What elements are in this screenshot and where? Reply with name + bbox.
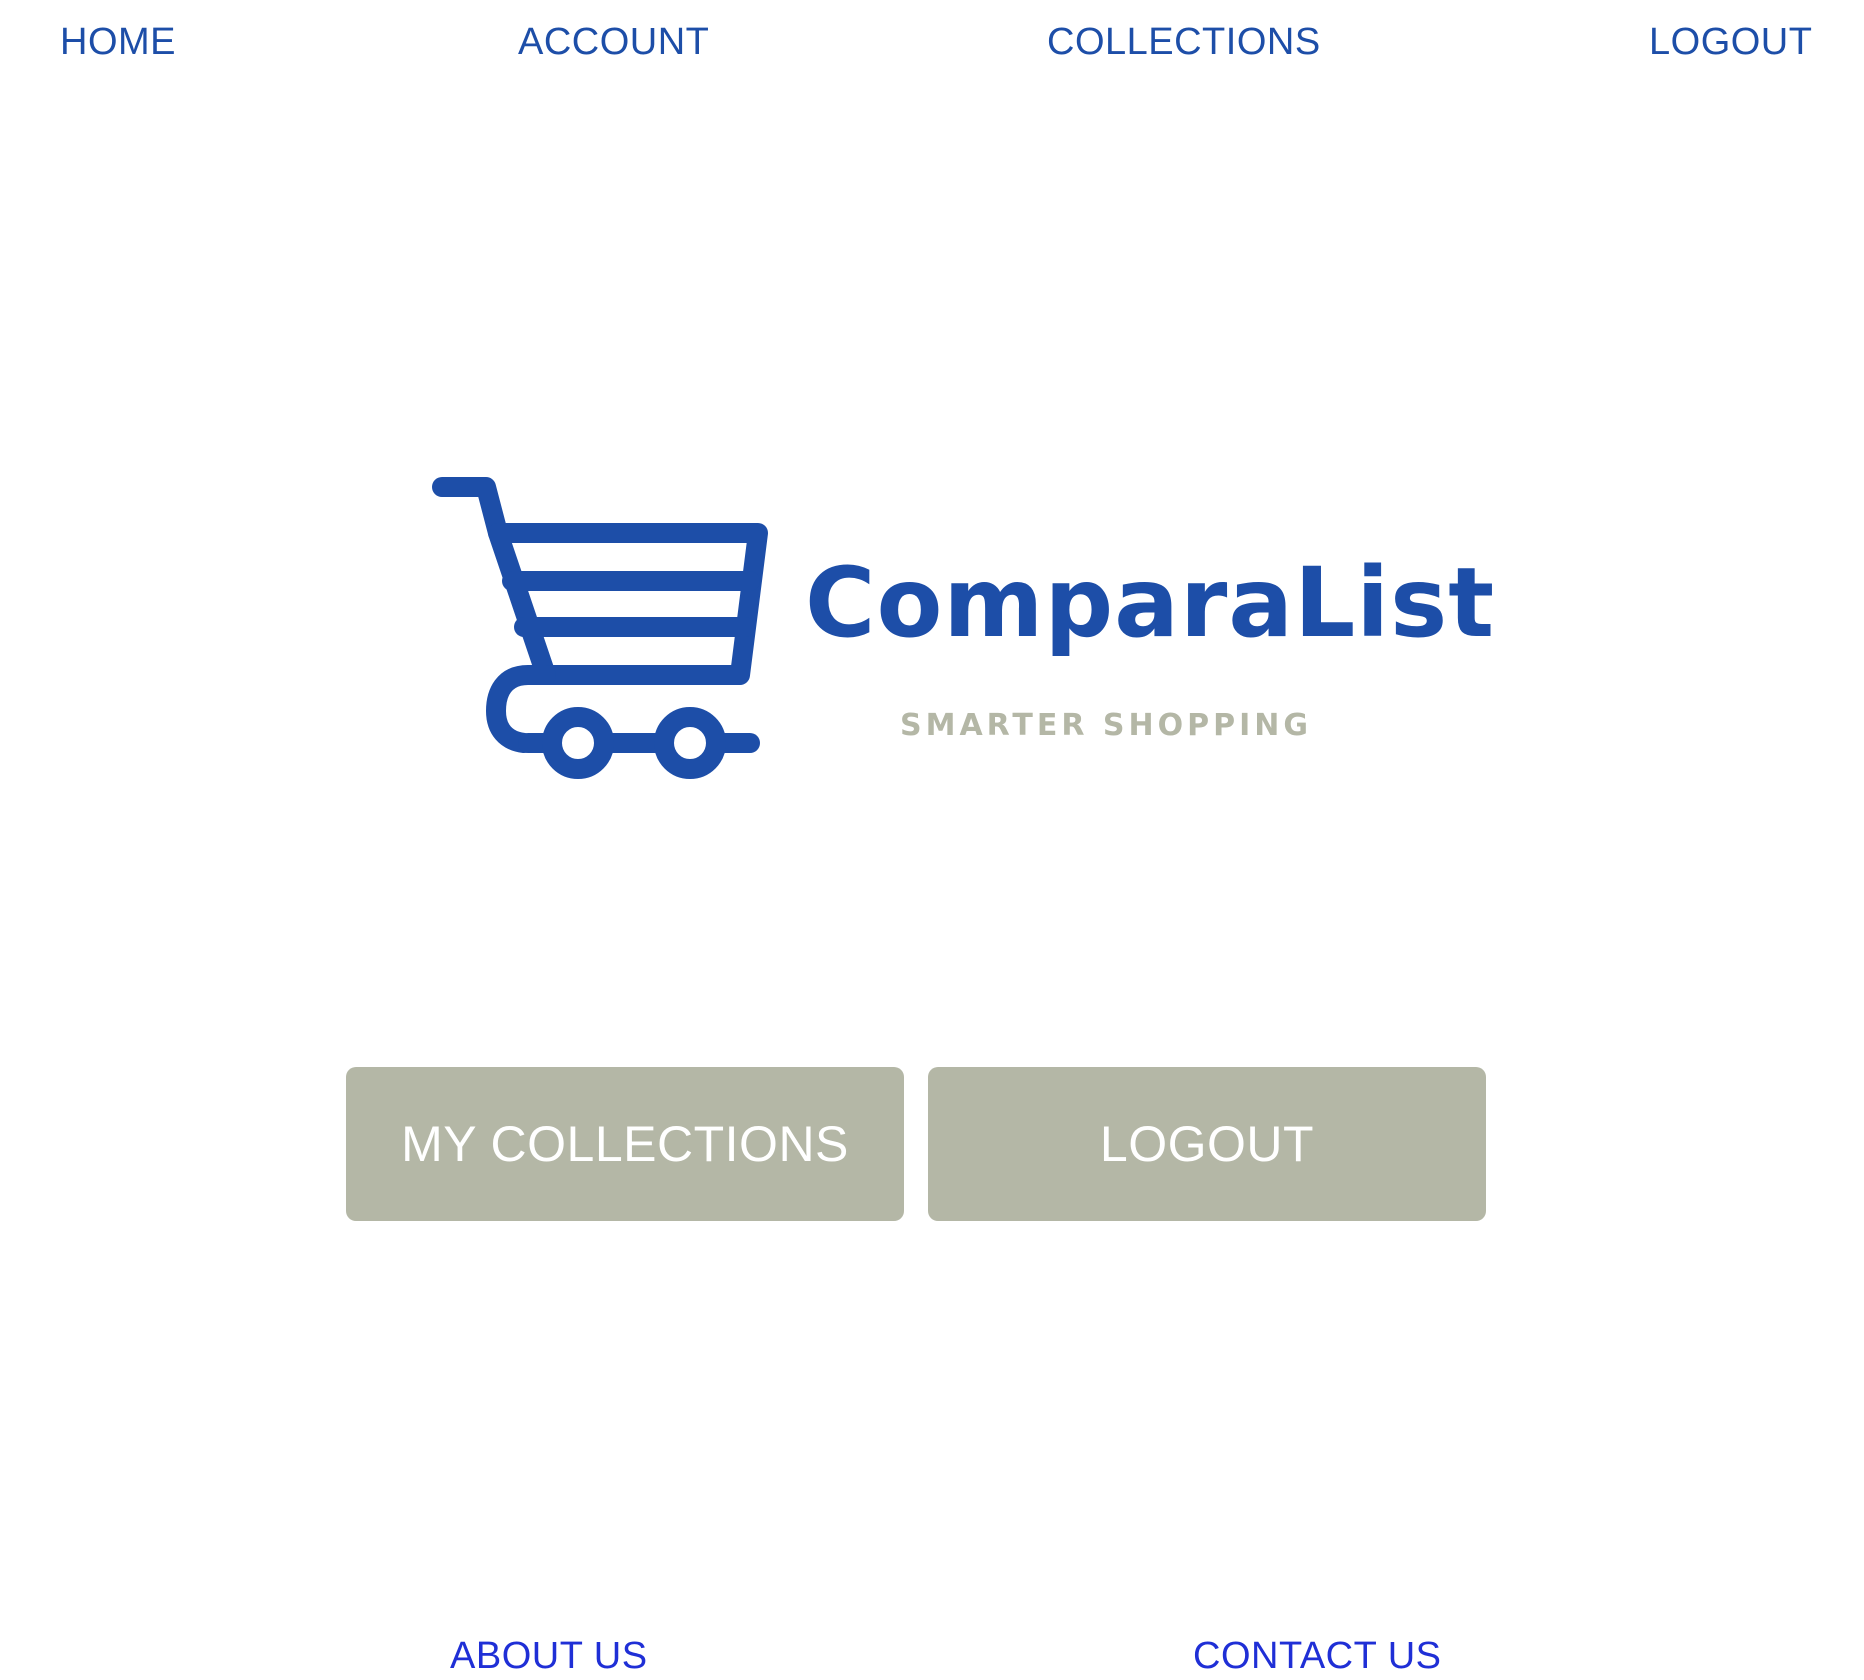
brand-name: ComparaList [805,547,1496,659]
logout-button[interactable]: LOGOUT [928,1067,1486,1221]
nav-logout-link[interactable]: LOGOUT [1649,20,1812,64]
nav-home-link[interactable]: HOME [60,20,176,64]
nav-account-link[interactable]: ACCOUNT [518,20,709,64]
nav-collections-link[interactable]: COLLECTIONS [1047,20,1321,64]
brand-tagline: SMARTER SHOPPING [900,708,1313,743]
my-collections-button[interactable]: MY COLLECTIONS [346,1067,904,1221]
home-page: HOME ACCOUNT COLLECTIONS LOGOUT ComparaL… [0,0,1864,1680]
footer-about-link[interactable]: ABOUT US [450,1634,648,1678]
footer-contact-link[interactable]: CONTACT US [1193,1634,1442,1678]
